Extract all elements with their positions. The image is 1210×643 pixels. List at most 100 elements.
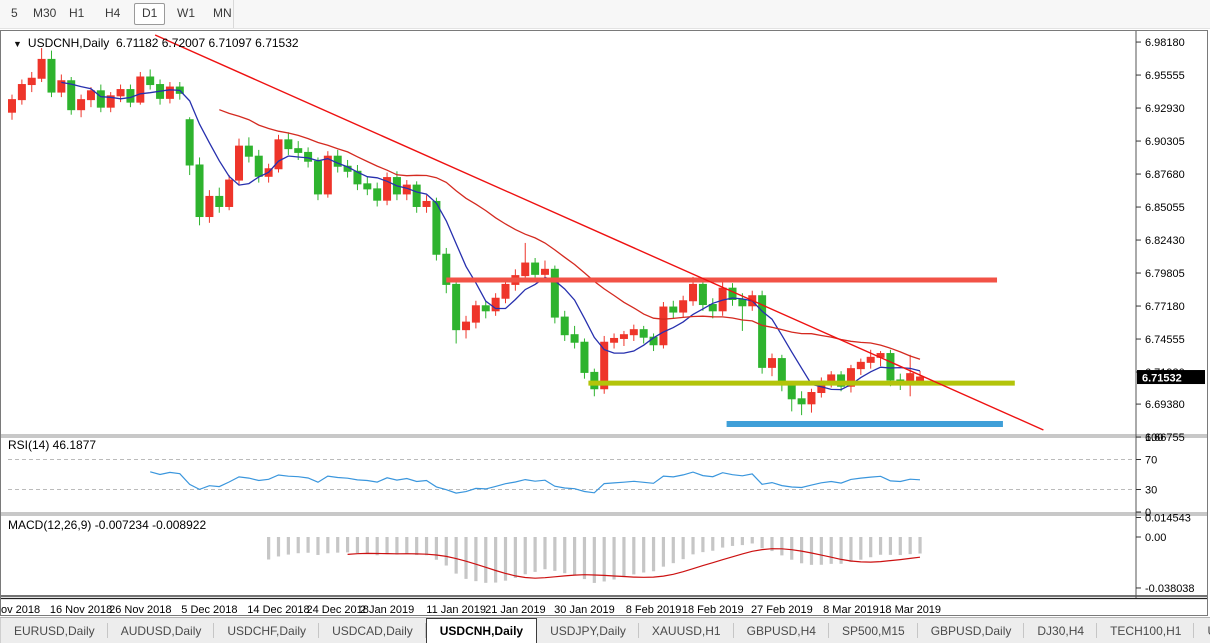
rsi-label: RSI(14) 46.1877 (8, 438, 97, 452)
price-axis-label: 6.74555 (1145, 334, 1185, 346)
date-axis-label: 18 Mar 2019 (879, 604, 941, 616)
candle-bear (452, 283, 461, 331)
candle-bull (540, 268, 549, 275)
chart-title: ▼ USDCNH,Daily 6.71182 6.72007 6.71097 6.… (13, 36, 299, 50)
candle-bear (590, 371, 599, 390)
candle-bull (235, 145, 244, 181)
toolbar-separator (233, 0, 234, 28)
candle-bull (619, 334, 628, 339)
macd-axis-label: -0.038038 (1145, 583, 1195, 595)
date-axis-label: 5 Dec 2018 (181, 604, 237, 616)
date-axis-label: 14 Dec 2018 (247, 604, 309, 616)
macd-label: MACD(12,26,9) -0.007234 -0.008922 (8, 518, 207, 532)
candle-bull (659, 306, 668, 346)
tab-tech100-h1[interactable]: TECH100,H1 (1097, 618, 1195, 643)
candle-bull (77, 99, 86, 111)
candle-bear (254, 155, 263, 177)
candle-bear (797, 398, 806, 405)
candle-bull (86, 90, 95, 101)
candle-bull (205, 195, 214, 218)
price-axis-label: 6.87680 (1145, 169, 1185, 181)
date-axis-label: 30 Jan 2019 (554, 604, 615, 616)
candle-bear (412, 184, 421, 207)
price-axis-label: 6.95555 (1145, 70, 1185, 82)
timeframe-button-h4[interactable]: H4 (98, 3, 127, 23)
candle-bear (639, 329, 648, 338)
candle-bull (610, 337, 619, 343)
date-axis-label: 26 Nov 2018 (109, 604, 171, 616)
timeframe-button-w1[interactable]: W1 (170, 3, 202, 23)
candle-bull (521, 262, 530, 277)
candle-bull (165, 86, 174, 99)
candle-bear (244, 145, 253, 157)
candle-bull (767, 358, 776, 368)
candle-bear (185, 119, 194, 166)
candle-bear (560, 316, 569, 336)
tab-usdjpy-daily[interactable]: USDJPY,Daily (537, 618, 639, 643)
date-axis-label: 2 Jan 2019 (360, 604, 414, 616)
tab-usdchf-daily[interactable]: USDCHF,Daily (214, 618, 319, 643)
candle-bull (8, 99, 16, 113)
candle-bear (47, 58, 56, 93)
candle-bear (373, 188, 382, 201)
tab-ui[interactable]: UI (1194, 618, 1210, 643)
tab-usdcad-daily[interactable]: USDCAD,Daily (319, 618, 426, 643)
candle-bear (284, 139, 293, 150)
candle-bull (27, 77, 36, 86)
tab-gbpusd-daily[interactable]: GBPUSD,Daily (918, 618, 1025, 643)
candle-bear (708, 304, 717, 312)
timeframe-button-5[interactable]: 5 (4, 3, 25, 23)
tab-usdcnh-daily[interactable]: USDCNH,Daily (425, 618, 538, 643)
tab-xauusd-h1[interactable]: XAUUSD,H1 (639, 618, 734, 643)
candle-bear (570, 334, 579, 343)
candle-bull (629, 329, 638, 336)
candle-bull (462, 321, 471, 331)
candle-bear (698, 283, 707, 306)
tab-gbpusd-h4[interactable]: GBPUSD,H4 (734, 618, 830, 643)
symbol-tabbar: EURUSD,Daily AUDUSD,Daily USDCHF,Daily USDC… (0, 617, 1210, 643)
timeframe-button-d1[interactable]: D1 (134, 3, 166, 25)
date-axis-label: 16 Nov 2018 (50, 604, 112, 616)
tab-dj30-h4[interactable]: DJ30,H4 (1024, 618, 1097, 643)
date-axis-label: 8 Feb 2019 (626, 604, 682, 616)
date-axis-label: 7 Nov 2018 (0, 604, 40, 616)
timeframe-button-m30[interactable]: M30 (26, 3, 63, 23)
candle-bear (126, 89, 135, 103)
candle-bull (17, 84, 26, 101)
candle-bull (225, 179, 234, 207)
price-axis-label: 6.69380 (1145, 399, 1185, 411)
timeframe-toolbar: 5 M30 H1 H4 D1 W1 MN (0, 0, 1210, 29)
candle-bull (807, 392, 816, 405)
candle-bear (215, 195, 224, 207)
price-axis-label: 6.85055 (1145, 202, 1185, 214)
candle-bear (304, 151, 313, 162)
candle-bear (96, 90, 105, 108)
candle-bear (787, 384, 796, 400)
chart-dropdown-icon[interactable]: ▼ (13, 39, 22, 49)
candle-bear (886, 353, 895, 381)
candle-bull (136, 76, 145, 103)
tab-audusd-daily[interactable]: AUDUSD,Daily (108, 618, 215, 643)
timeframe-button-h1[interactable]: H1 (62, 3, 91, 23)
date-axis-label: 18 Feb 2019 (682, 604, 744, 616)
tab-sp500-m15[interactable]: SP500,M15 (829, 618, 918, 643)
current-price-tag-text: 6.71532 (1142, 373, 1182, 385)
tab-eurusd-daily[interactable]: EURUSD,Daily (1, 618, 108, 643)
candle-bull (471, 305, 480, 323)
macd-axis-label: 0.00 (1145, 532, 1166, 544)
candle-bull (422, 200, 431, 207)
price-axis-label: 6.92930 (1145, 103, 1185, 115)
candle-bear (531, 262, 540, 275)
date-axis-label: 11 Jan 2019 (426, 604, 486, 616)
candle-bull (116, 89, 125, 97)
chart-title-symbol: USDCNH,Daily (27, 36, 110, 50)
date-axis-label: 21 Jan 2019 (485, 604, 546, 616)
candle-bull (827, 374, 836, 382)
candle-bear (195, 164, 204, 218)
candle-bull (866, 356, 875, 363)
price-axis-label: 6.82430 (1145, 235, 1185, 247)
price-axis-label: 6.90305 (1145, 136, 1185, 148)
candle-bear (313, 160, 322, 195)
candle-bull (323, 155, 332, 195)
date-axis-label: 8 Mar 2019 (823, 604, 879, 616)
